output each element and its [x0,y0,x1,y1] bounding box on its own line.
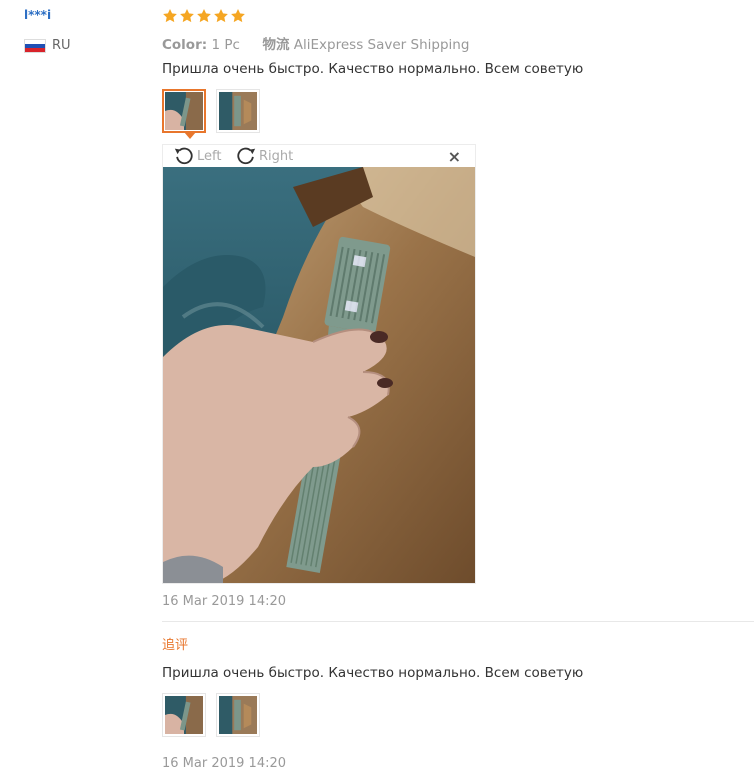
followup-text: Пришла очень быстро. Качество нормально.… [162,665,584,681]
star-icon [197,9,211,23]
viewer-toolbar: Left Right × [163,145,475,167]
reviewer-name: l***i [24,8,52,22]
photo-comb-table [219,92,257,130]
rotate-left-label: Left [197,148,222,164]
close-icon[interactable]: × [448,147,461,166]
logistics-value: AliExpress Saver Shipping [293,37,470,53]
logistics-label: 物流 [262,37,290,53]
rotate-right-icon [237,147,256,165]
star-icon [163,9,177,23]
followup-date: 16 Mar 2019 14:20 [162,756,287,771]
order-info: Color: 1 Pc 物流 AliExpress Saver Shipping [162,33,469,53]
rotate-right-button[interactable]: Right [235,145,293,167]
review-thumbnails [162,89,260,139]
star-icon [214,9,228,23]
followup-thumbnails [162,693,260,737]
country-code: RU [52,38,71,53]
photo-hand-comb [165,92,203,130]
review-thumbnail-1[interactable] [162,89,206,139]
color-value: 1 Pc [211,37,240,53]
reviewer-country: RU [24,38,71,53]
divider [162,621,754,622]
rotate-left-icon [174,147,193,165]
photo-comb-table [219,696,257,734]
russia-flag-icon [24,38,46,53]
rotate-right-label: Right [259,148,294,164]
review-date: 16 Mar 2019 14:20 [162,594,287,609]
review-thumbnail-2[interactable] [216,89,260,133]
rotate-left-button[interactable]: Left [173,145,221,167]
followup-thumbnail-1[interactable] [162,693,206,737]
enlarged-review-photo: IES [163,167,475,583]
image-viewer: Left Right × [162,144,476,584]
star-icon [231,9,245,23]
star-rating [162,8,246,24]
photo-hand-comb [165,696,203,734]
review-text: Пришла очень быстро. Качество нормально.… [162,61,584,77]
star-icon [180,9,194,23]
color-label: Color: [162,37,208,53]
followup-label: 追评 [162,638,189,653]
followup-thumbnail-2[interactable] [216,693,260,737]
